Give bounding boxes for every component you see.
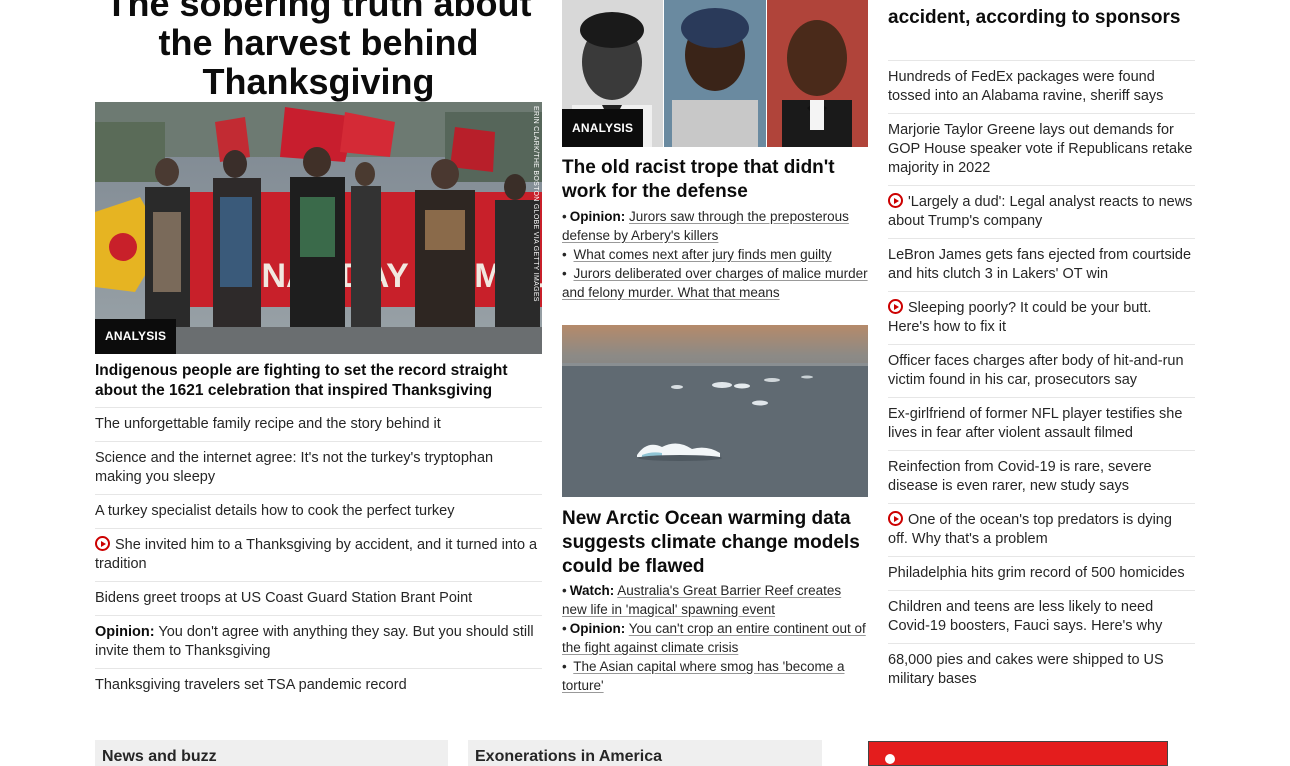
story-link[interactable]: Officer faces charges after body of hit-… — [888, 353, 1184, 388]
protest-march-image: ONAL DAY OF MOURN — [95, 102, 542, 354]
story-link[interactable]: A turkey specialist details how to cook … — [95, 503, 454, 519]
ad-logo-icon — [885, 754, 895, 764]
list-item[interactable]: • Opinion: You can't crop an entire conti… — [562, 619, 868, 657]
list-item[interactable]: • What comes next after jury finds men g… — [562, 245, 868, 264]
lead-link-arctic[interactable]: New Arctic Ocean warming data suggests c… — [562, 507, 868, 579]
related-links-climate: • Watch: Australia's Great Barrier Reef c… — [562, 581, 868, 695]
list-item[interactable]: Ex-girlfriend of former NFL player testi… — [888, 397, 1195, 450]
opinion-label: Opinion: — [95, 624, 155, 640]
story-link[interactable]: 'Largely a dud': Legal analyst reacts to… — [888, 194, 1192, 229]
story-link[interactable]: The unforgettable family recipe and the … — [95, 416, 441, 432]
list-item[interactable]: LeBron James gets fans ejected from cour… — [888, 238, 1195, 291]
list-item[interactable]: 'Largely a dud': Legal analyst reacts to… — [888, 185, 1195, 238]
list-item[interactable]: A turkey specialist details how to cook … — [95, 494, 542, 528]
opinion-label: Opinion: — [569, 621, 626, 636]
story-link[interactable]: Thanksgiving travelers set TSA pandemic … — [95, 677, 407, 693]
list-item[interactable]: The unforgettable family recipe and the … — [95, 407, 542, 441]
feature-lead-link[interactable]: Indigenous people are fighting to set th… — [95, 361, 542, 401]
thanksgiving-story-list: The unforgettable family recipe and the … — [95, 407, 542, 702]
list-item[interactable]: Science and the internet agree: It's not… — [95, 441, 542, 494]
story-link[interactable]: LeBron James gets fans ejected from cour… — [888, 247, 1191, 282]
story-link[interactable]: Reinfection from Covid-19 is rare, sever… — [888, 459, 1152, 494]
story-link[interactable]: Children and teens are less likely to ne… — [888, 599, 1162, 634]
headline-list: Hundreds of FedEx packages were found to… — [888, 60, 1195, 696]
story-link[interactable]: Sleeping poorly? It could be your butt. … — [888, 300, 1151, 335]
list-item[interactable]: She invited him to a Thanksgiving by acc… — [95, 528, 542, 581]
lead-link-defense[interactable]: The old racist trope that didn't work fo… — [562, 156, 868, 204]
list-item[interactable]: Opinion: You don't agree with anything t… — [95, 615, 542, 668]
list-item[interactable]: Sleeping poorly? It could be your butt. … — [888, 291, 1195, 344]
list-item[interactable]: Philadelphia hits grim record of 500 hom… — [888, 556, 1195, 590]
exonerations-section: Exonerations in America — [468, 740, 822, 766]
list-item[interactable]: Hundreds of FedEx packages were found to… — [888, 60, 1195, 113]
arctic-ocean-image — [562, 325, 868, 497]
watch-label: Watch: — [569, 583, 615, 598]
list-item[interactable]: One of the ocean's top predators is dyin… — [888, 503, 1195, 556]
story-link[interactable]: Marjorie Taylor Greene lays out demands … — [888, 122, 1192, 176]
list-item[interactable]: Thanksgiving travelers set TSA pandemic … — [95, 668, 542, 702]
story-link[interactable]: Bidens greet troops at US Coast Guard St… — [95, 590, 472, 606]
list-item[interactable]: 68,000 pies and cakes were shipped to US… — [888, 643, 1195, 696]
video-play-icon — [95, 536, 110, 551]
analysis-badge: ANALYSIS — [562, 109, 644, 147]
list-item[interactable]: • The Asian capital where smog has 'beco… — [562, 657, 868, 695]
related-links-defense: • Opinion: Jurors saw through the prepost… — [562, 207, 868, 302]
video-play-icon — [888, 193, 903, 208]
advertisement[interactable] — [868, 741, 1168, 766]
top-headline-link[interactable]: showboater Marlo Lane dies in accident, … — [888, 0, 1195, 30]
story-link[interactable]: One of the ocean's top predators is dyin… — [888, 512, 1172, 547]
video-play-icon — [888, 299, 903, 314]
list-item[interactable]: • Watch: Australia's Great Barrier Reef c… — [562, 581, 868, 619]
opinion-label: Opinion: — [569, 209, 626, 224]
feature-headline[interactable]: The sobering truth about the harvest beh… — [95, 0, 542, 101]
list-item[interactable]: • Jurors deliberated over charges of mal… — [562, 264, 868, 302]
list-item[interactable]: Marjorie Taylor Greene lays out demands … — [888, 113, 1195, 185]
photo-credit: ERIN CLARK/THE BOSTON GLOBE VIA GETTY IM… — [532, 106, 539, 302]
story-link[interactable]: Ex-girlfriend of former NFL player testi… — [888, 406, 1182, 441]
list-item[interactable]: Bidens greet troops at US Coast Guard St… — [95, 581, 542, 615]
story-link[interactable]: Science and the internet agree: It's not… — [95, 450, 493, 485]
portraits-photo[interactable]: ANALYSIS — [562, 0, 868, 147]
story-link[interactable]: You don't agree with anything they say. … — [95, 624, 534, 659]
video-play-icon — [888, 511, 903, 526]
analysis-badge: ANALYSIS — [95, 319, 177, 354]
related-link[interactable]: What comes next after jury finds men gui… — [574, 247, 832, 262]
list-item[interactable]: • Opinion: Jurors saw through the prepost… — [562, 207, 868, 245]
list-item[interactable]: Reinfection from Covid-19 is rare, sever… — [888, 450, 1195, 503]
section-title[interactable]: News and buzz — [102, 748, 217, 766]
story-link[interactable]: Hundreds of FedEx packages were found to… — [888, 69, 1163, 104]
feature-photo[interactable]: ONAL DAY OF MOURN ERIN CLARK/THE BOSTON … — [95, 102, 542, 354]
story-link[interactable]: Philadelphia hits grim record of 500 hom… — [888, 565, 1185, 581]
section-title[interactable]: Exonerations in America — [475, 748, 662, 766]
news-and-buzz-section: News and buzz — [95, 740, 448, 766]
list-item[interactable]: Officer faces charges after body of hit-… — [888, 344, 1195, 397]
related-link[interactable]: The Asian capital where smog has 'become… — [562, 659, 844, 693]
story-link[interactable]: She invited him to a Thanksgiving by acc… — [95, 537, 537, 572]
related-link[interactable]: Jurors deliberated over charges of malic… — [562, 266, 868, 300]
story-link[interactable]: 68,000 pies and cakes were shipped to US… — [888, 652, 1164, 687]
list-item[interactable]: Children and teens are less likely to ne… — [888, 590, 1195, 643]
arctic-photo[interactable] — [562, 325, 868, 497]
